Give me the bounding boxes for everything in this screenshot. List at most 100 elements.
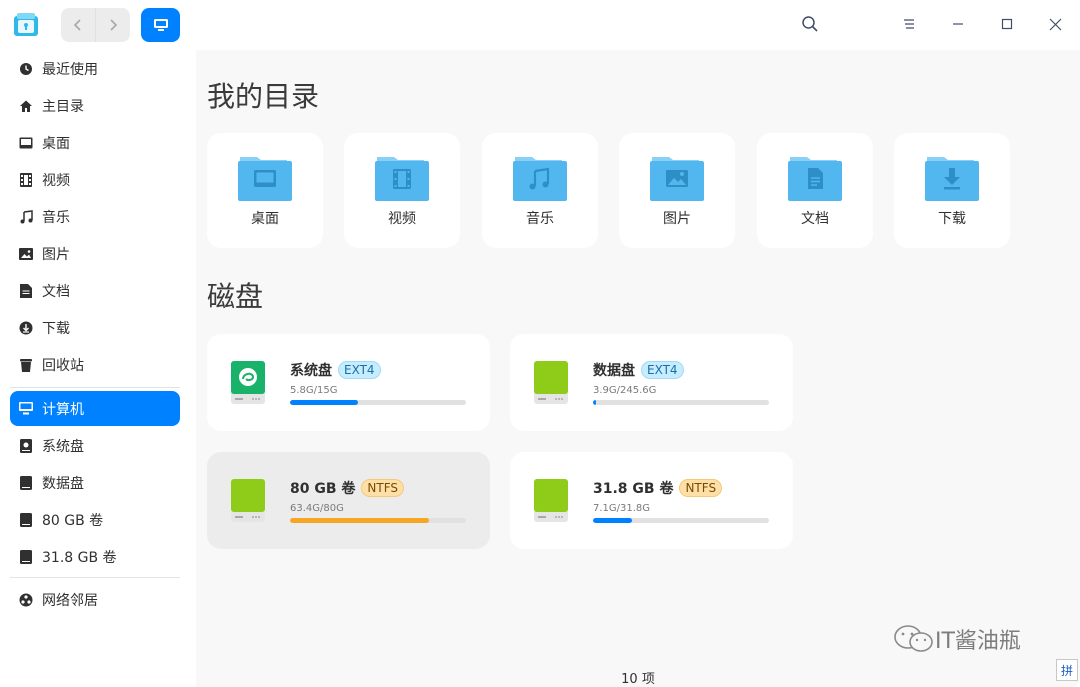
main-content: 我的目录 桌面 视频 音乐 图片 文档 下载 磁盘 系统盘 EXT4 5.8G/…	[196, 50, 1080, 687]
input-method-indicator[interactable]: 拼	[1056, 659, 1078, 681]
sidebar-item-80gb-volume[interactable]: 80 GB 卷	[10, 502, 180, 537]
disk-name: 系统盘 EXT4	[290, 360, 381, 380]
disk-usage-fill	[593, 518, 633, 523]
folder-label: 视频	[388, 211, 416, 227]
maximize-button[interactable]	[996, 13, 1018, 35]
sidebar-item-videos[interactable]: 视频	[10, 162, 180, 197]
close-button[interactable]	[1044, 13, 1066, 35]
disk-usage-bar	[290, 518, 466, 523]
sidebar-item-music[interactable]: 音乐	[10, 199, 180, 234]
file-manager-window: 最近使用 主目录 桌面 视频 音乐 图片 文档 下载 回收站 计算机 系统盘 数…	[0, 0, 1080, 687]
disk-name: 31.8 GB 卷 NTFS	[593, 478, 723, 498]
disk-usage-fill	[593, 400, 596, 405]
titlebar	[0, 0, 1080, 50]
folder-card-downloads[interactable]: 下载	[894, 133, 1010, 248]
minimize-icon	[953, 23, 963, 25]
search-button[interactable]	[799, 13, 821, 35]
forward-button[interactable]	[96, 8, 130, 42]
computer-view-button[interactable]	[141, 8, 180, 42]
disk-card-system[interactable]: 系统盘 EXT4 5.8G/15G	[207, 334, 490, 431]
computer-icon	[153, 19, 168, 31]
disk-card-80gb-volume[interactable]: 80 GB 卷 NTFS 63.4G/80G	[207, 452, 490, 549]
sidebar-item-label: 最近使用	[42, 61, 98, 78]
disk-icon	[18, 549, 34, 565]
download-icon	[18, 320, 34, 336]
disk-usage-text: 5.8G/15G	[290, 385, 338, 396]
disk-name-text: 31.8 GB 卷	[593, 481, 674, 497]
sidebar-item-label: 音乐	[42, 209, 70, 226]
folder-card-videos[interactable]: 视频	[344, 133, 460, 248]
volume-disk-icon	[534, 479, 568, 522]
disk-usage-text: 63.4G/80G	[290, 503, 344, 514]
desktop-icon	[18, 135, 34, 151]
chevron-left-icon	[73, 19, 81, 31]
folder-label: 音乐	[526, 211, 554, 227]
disk-card-data[interactable]: 数据盘 EXT4 3.9G/245.6G	[510, 334, 793, 431]
minimize-button[interactable]	[947, 13, 969, 35]
sidebar-item-recent[interactable]: 最近使用	[10, 51, 180, 86]
filesystem-badge: EXT4	[641, 361, 684, 379]
disks-title: 磁盘	[207, 280, 264, 313]
folder-card-desktop[interactable]: 桌面	[207, 133, 323, 248]
disk-name-text: 数据盘	[593, 363, 635, 379]
music-folder-icon	[513, 157, 567, 201]
folder-label: 图片	[663, 211, 691, 227]
computer-icon	[18, 401, 34, 417]
disk-icon	[18, 512, 34, 528]
sidebar-item-computer[interactable]: 计算机	[10, 391, 180, 426]
folder-label: 下载	[938, 211, 966, 227]
close-icon	[1049, 18, 1061, 30]
maximize-icon	[1001, 18, 1013, 30]
sidebar-item-label: 31.8 GB 卷	[42, 549, 117, 566]
watermark-text: IT酱油瓶	[935, 629, 1021, 654]
sidebar-item-network[interactable]: 网络邻居	[10, 582, 180, 617]
sidebar-item-data-disk[interactable]: 数据盘	[10, 465, 180, 500]
filesystem-badge: NTFS	[361, 479, 405, 497]
sidebar-item-label: 下载	[42, 320, 70, 337]
sidebar-item-downloads[interactable]: 下载	[10, 310, 180, 345]
music-icon	[18, 209, 34, 225]
disk-usage-bar	[290, 400, 466, 405]
sidebar-item-label: 图片	[42, 246, 70, 263]
disk-usage-text: 3.9G/245.6G	[593, 385, 657, 396]
menu-button[interactable]	[898, 13, 920, 35]
documents-folder-icon	[788, 157, 842, 201]
folder-label: 桌面	[251, 211, 279, 227]
folder-card-pictures[interactable]: 图片	[619, 133, 735, 248]
system-disk-icon	[231, 361, 265, 404]
film-icon	[18, 172, 34, 188]
home-icon	[18, 98, 34, 114]
wechat-icon	[894, 625, 933, 652]
sidebar-item-label: 视频	[42, 172, 70, 189]
app-logo-icon[interactable]	[12, 10, 40, 38]
disk-usage-fill	[290, 518, 430, 523]
sidebar-item-trash[interactable]: 回收站	[10, 347, 180, 382]
folder-card-music[interactable]: 音乐	[482, 133, 598, 248]
sidebar-item-documents[interactable]: 文档	[10, 273, 180, 308]
pictures-folder-icon	[650, 157, 704, 201]
sidebar-item-label: 系统盘	[42, 438, 84, 455]
sidebar-item-system-disk[interactable]: 系统盘	[10, 428, 180, 463]
sidebar-item-label: 网络邻居	[42, 592, 98, 609]
sidebar-item-label: 计算机	[42, 401, 84, 418]
disk-usage-fill	[290, 400, 359, 405]
image-icon	[18, 246, 34, 262]
network-icon	[18, 592, 34, 608]
sidebar-item-desktop[interactable]: 桌面	[10, 125, 180, 160]
trash-icon	[18, 357, 34, 373]
disk-icon	[18, 438, 34, 454]
desktop-folder-icon	[238, 157, 292, 201]
sidebar-item-pictures[interactable]: 图片	[10, 236, 180, 271]
videos-folder-icon	[375, 157, 429, 201]
sidebar-item-31gb-volume[interactable]: 31.8 GB 卷	[10, 539, 180, 574]
filesystem-badge: EXT4	[338, 361, 381, 379]
disk-name-text: 系统盘	[290, 363, 332, 379]
sidebar-item-label: 数据盘	[42, 475, 84, 492]
sidebar-item-home[interactable]: 主目录	[10, 88, 180, 123]
disk-card-31gb-volume[interactable]: 31.8 GB 卷 NTFS 7.1G/31.8G	[510, 452, 793, 549]
disk-name: 80 GB 卷 NTFS	[290, 478, 405, 498]
disk-usage-bar	[593, 518, 769, 523]
back-button[interactable]	[61, 8, 95, 42]
sidebar-divider	[10, 387, 180, 388]
folder-card-documents[interactable]: 文档	[757, 133, 873, 248]
